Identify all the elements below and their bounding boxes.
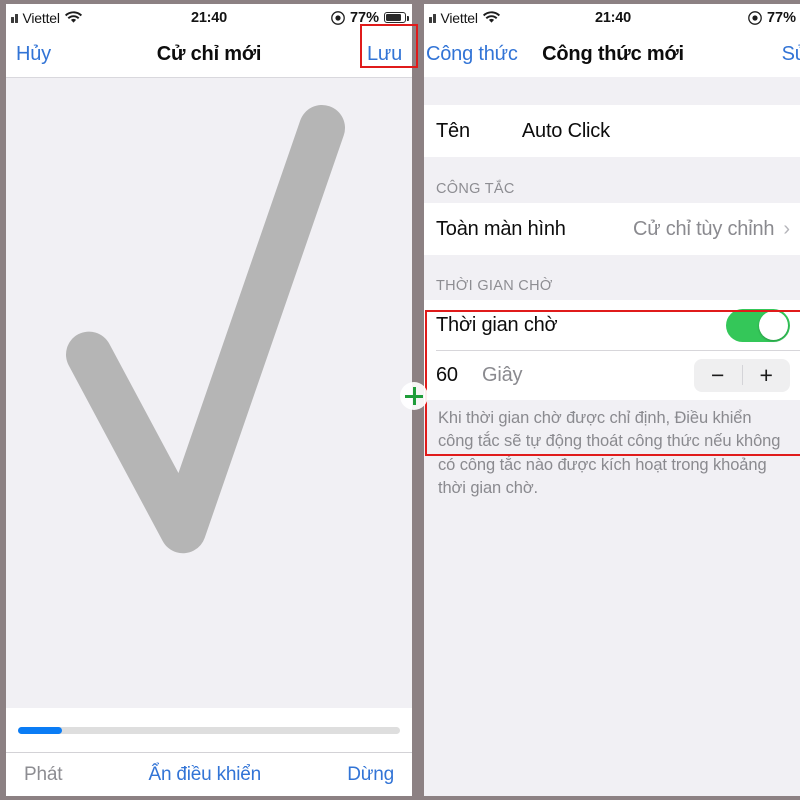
stop-button[interactable]: Dừng	[347, 764, 394, 786]
green-plus-marker-icon	[400, 382, 428, 410]
rotation-lock-icon	[331, 10, 345, 25]
toggle-knob	[759, 310, 788, 340]
left-nav-bar: Hủy Cử chỉ mới Lưu	[6, 31, 412, 77]
settings-table-view: Tên Auto Click CÔNG TẮC Toàn màn hình Cử…	[424, 77, 800, 796]
switch-section-header: CÔNG TẮC	[436, 181, 515, 197]
timeout-stepper[interactable]: − +	[694, 358, 791, 392]
name-row-label: Tên	[436, 119, 470, 142]
left-phone-panel: Viettel 21:40 77% Hủy Cử chỉ mới Lưu Phá…	[6, 4, 412, 796]
fullscreen-row-detail: Cử chỉ tùy chỉnh	[632, 217, 775, 240]
timeout-value: 60	[436, 363, 458, 386]
battery-icon	[384, 12, 409, 23]
back-button[interactable]: Công thức	[426, 43, 518, 66]
fullscreen-row-label: Toàn màn hình	[436, 217, 566, 240]
save-button[interactable]: Lưu	[367, 43, 402, 66]
stepper-plus-button[interactable]: +	[743, 363, 791, 387]
scrubber-fill	[18, 726, 62, 734]
name-row-value[interactable]: Auto Click	[522, 120, 610, 143]
playback-toolbar: Phát Ẩn điều khiển Dừng	[6, 752, 412, 796]
stepper-minus-button[interactable]: −	[694, 363, 742, 387]
status-bar-left: Viettel 21:40 77%	[6, 4, 412, 31]
rotation-lock-icon	[748, 10, 762, 25]
timeout-value-row: 60 Giây − +	[424, 350, 800, 400]
timeout-section-header-area: THỜI GIAN CHỜ	[424, 255, 800, 300]
scrubber-track[interactable]	[18, 726, 400, 734]
status-bar-right-group-2: 77%	[748, 4, 796, 31]
timeout-footnote: Khi thời gian chờ được chỉ định, Điều kh…	[438, 409, 781, 498]
status-bar-right: Viettel 21:40 77%	[424, 4, 800, 31]
cancel-button[interactable]: Hủy	[16, 43, 51, 66]
battery-percent-label: 77%	[766, 9, 796, 26]
play-button[interactable]: Phát	[24, 764, 62, 786]
chevron-right-icon: ›	[783, 218, 790, 240]
page-title: Cử chỉ mới	[156, 42, 262, 65]
timeout-toggle-row[interactable]: Thời gian chờ	[424, 300, 800, 350]
done-button[interactable]: Sử	[782, 43, 800, 66]
timeout-toggle-switch[interactable]	[726, 308, 790, 342]
name-row[interactable]: Tên Auto Click	[424, 105, 800, 157]
timeout-section-header: THỜI GIAN CHỜ	[436, 278, 553, 294]
fullscreen-row[interactable]: Toàn màn hình Cử chỉ tùy chỉnh ›	[424, 203, 800, 255]
gesture-canvas[interactable]	[6, 77, 412, 708]
screenshot-stage: Viettel 21:40 77% Hủy Cử chỉ mới Lưu Phá…	[0, 0, 800, 800]
spacer-top	[424, 77, 800, 105]
switch-section-header-area: CÔNG TẮC	[424, 157, 800, 203]
checkmark-stroke-icon	[66, 104, 345, 554]
plus-marker-vertical	[412, 387, 416, 405]
hide-controls-button[interactable]: Ẩn điều khiển	[148, 764, 261, 786]
right-nav-bar: Công thức Công thức mới Sử	[424, 31, 800, 77]
timeout-unit-label: Giây	[482, 363, 523, 386]
playback-scrubber[interactable]	[6, 708, 412, 752]
clock-label: 21:40	[594, 9, 632, 26]
battery-percent-label: 77%	[349, 9, 379, 26]
right-phone-panel: Viettel 21:40 77% Công thức Công thức mớ…	[424, 4, 800, 796]
status-bar-right-group: 77%	[331, 4, 409, 31]
timeout-toggle-label: Thời gian chờ	[436, 313, 558, 336]
